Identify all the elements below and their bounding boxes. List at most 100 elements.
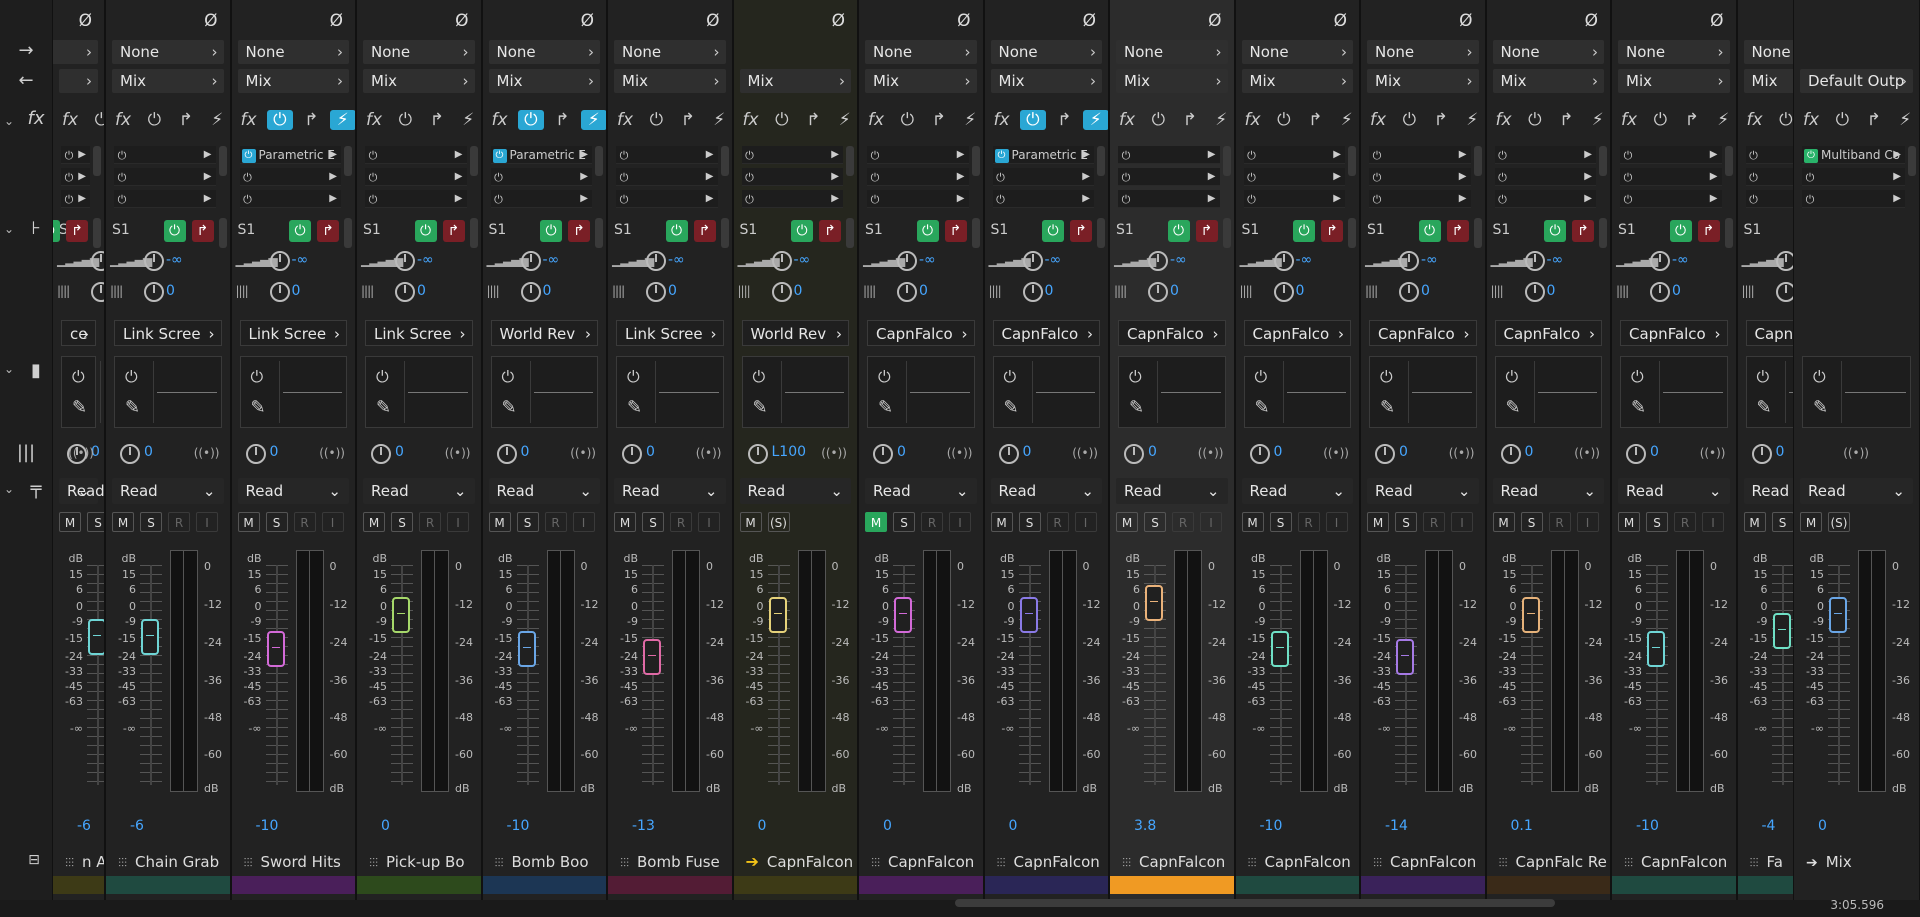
effect-slot[interactable]: ⏻▶ — [616, 146, 718, 164]
volume-fader[interactable] — [1019, 597, 1038, 633]
track-name[interactable]: ⫶⫶⫶ Bomb Boo — [483, 848, 607, 876]
fx-power-icon[interactable]: ⏻ — [643, 110, 669, 130]
eq-thumbnail[interactable]: ⏻ ✎ — [1802, 356, 1911, 428]
fx-power-icon[interactable]: ⏻ — [1522, 110, 1548, 130]
fx-power-icon[interactable]: ⏻ — [1829, 110, 1855, 130]
pan-knob[interactable] — [622, 443, 642, 464]
pre-post-icon[interactable]: ↱ — [1302, 110, 1328, 130]
sends-scrollbar[interactable] — [720, 218, 729, 248]
slot-power-icon[interactable]: ⏻ — [365, 191, 381, 207]
effect-name[interactable]: Parametric E — [259, 148, 335, 162]
send-destination[interactable]: CapnFalco › — [867, 320, 975, 346]
fx-icon[interactable]: fx — [738, 110, 764, 130]
record-arm-button[interactable]: R — [419, 512, 441, 532]
slot-power-icon[interactable]: ⏻ — [61, 191, 77, 207]
mute-button[interactable]: M — [865, 512, 887, 532]
send-volume-knob[interactable] — [520, 250, 541, 271]
effect-slot[interactable]: ⏻▶ — [1802, 168, 1905, 186]
record-arm-button[interactable]: R — [1172, 512, 1194, 532]
eq-edit-pencil-icon[interactable]: ✎ — [1255, 397, 1270, 418]
track-name[interactable]: ⫶⫶⫶ Pick-up Bo — [357, 848, 481, 876]
pan-knob[interactable] — [371, 443, 391, 464]
phase-invert-icon[interactable]: Ø — [1208, 11, 1221, 31]
effects-scrollbar[interactable] — [720, 146, 729, 176]
slot-power-icon[interactable]: ⏻ — [616, 147, 632, 163]
send-volume-knob[interactable] — [144, 250, 164, 271]
pan-knob[interactable] — [245, 443, 266, 464]
slot-power-icon[interactable]: ⏻ — [240, 169, 256, 185]
solo-button[interactable]: S — [1520, 512, 1543, 532]
eq-power-icon[interactable]: ⏻ — [753, 367, 766, 387]
stereo-width-icon[interactable]: ((•)) — [1574, 446, 1600, 460]
effect-slot[interactable]: ⏻▶ — [867, 190, 969, 208]
phase-invert-icon[interactable]: Ø — [957, 11, 970, 31]
slot-power-icon[interactable]: ⏻ — [491, 191, 507, 207]
sends-scrollbar[interactable] — [93, 218, 101, 248]
stereo-width-icon[interactable]: ((•)) — [1198, 446, 1224, 460]
track-name[interactable]: ⫶⫶⫶ Sword Hits — [232, 848, 356, 876]
output-dropdown[interactable]: Mix› — [1367, 69, 1479, 93]
input-monitor-button[interactable]: I — [1451, 512, 1473, 532]
eq-power-icon[interactable]: ⏻ — [627, 367, 640, 387]
pan-knob[interactable] — [998, 443, 1019, 464]
send-pan-knob[interactable] — [520, 281, 541, 302]
fx-icon[interactable]: fx — [1491, 110, 1517, 130]
input-dropdown[interactable]: None› — [865, 40, 977, 64]
volume-fader[interactable] — [88, 619, 104, 655]
slot-power-icon[interactable]: ⏻ — [993, 191, 1009, 207]
fx-bypass-icon[interactable]: ⚡ — [706, 110, 731, 130]
slot-power-icon[interactable]: ⏻ — [365, 147, 381, 163]
sends-scrollbar[interactable] — [846, 218, 854, 248]
send-volume-knob[interactable] — [1022, 250, 1043, 271]
stereo-width-icon[interactable]: ((•)) — [1072, 446, 1098, 460]
send-volume-knob[interactable] — [395, 250, 415, 271]
slot-power-icon[interactable]: ⏻ — [1118, 191, 1134, 207]
send-volume-knob[interactable] — [897, 250, 917, 271]
automation-mode-dropdown[interactable]: Read⌄ — [1116, 478, 1228, 504]
mute-button[interactable]: M — [1492, 512, 1515, 532]
effect-slot[interactable]: ⏻▶ — [1243, 168, 1345, 186]
track-name[interactable]: ⫶⫶⫶ CapnFalcon — [1236, 848, 1360, 876]
mute-button[interactable]: M — [614, 512, 636, 532]
stereo-width-icon[interactable]: ((•)) — [1323, 446, 1349, 460]
solo-button[interactable]: S — [140, 512, 162, 532]
fx-icon[interactable]: fx — [989, 110, 1015, 130]
send-destination[interactable]: CapnFalco › — [1243, 320, 1351, 346]
eq-thumbnail[interactable]: ⏻ ✎ — [867, 356, 975, 428]
fx-icon[interactable]: fx — [1240, 110, 1266, 130]
track-name[interactable]: ⫶⫶⫶ CapnFalcon — [1110, 848, 1234, 876]
volume-fader[interactable] — [643, 639, 661, 675]
slot-power-icon[interactable]: ⏻ — [61, 147, 77, 163]
effect-slot[interactable]: ⏻▶ — [867, 146, 969, 164]
solo-button[interactable]: S — [893, 512, 915, 532]
effects-scrollbar[interactable] — [1473, 146, 1482, 176]
slot-power-icon[interactable]: ⏻ — [1244, 169, 1260, 185]
effect-slot[interactable]: ⏻▶ — [114, 190, 216, 208]
slot-power-icon[interactable]: ⏻ — [491, 169, 507, 185]
mute-button[interactable]: M — [1618, 512, 1640, 532]
effects-scrollbar[interactable] — [93, 146, 101, 176]
track-name[interactable]: ⫶⫶⫶ Chain Grab — [106, 848, 230, 876]
stereo-width-icon[interactable]: ((•)) — [821, 446, 847, 460]
record-arm-button[interactable]: R — [1423, 512, 1445, 532]
effect-slot[interactable]: ⏻ Parametric E ▶ — [239, 146, 341, 164]
volume-fader[interactable] — [1772, 613, 1791, 649]
effect-slot[interactable]: ⏻▶ — [114, 168, 216, 186]
effect-slot[interactable]: ⏻▶ — [239, 168, 341, 186]
mute-button[interactable]: M — [488, 512, 511, 532]
send-power-icon[interactable]: ⏻ — [414, 220, 437, 242]
slot-power-icon[interactable]: ⏻ — [742, 169, 758, 185]
output-dropdown[interactable]: Mix› — [363, 69, 475, 93]
solo-button[interactable]: S — [516, 512, 539, 532]
effects-scrollbar[interactable] — [1599, 146, 1607, 176]
send-prepost-icon[interactable]: ↱ — [944, 220, 967, 242]
send-power-icon[interactable]: ⏻ — [791, 220, 813, 242]
slot-power-icon[interactable]: ⏻ — [240, 191, 256, 207]
effect-slot[interactable]: ⏻ Multiband Co ▶ — [1802, 146, 1905, 164]
send-pan-knob[interactable] — [1524, 281, 1545, 302]
fx-bypass-icon[interactable]: ⚡ — [1334, 110, 1359, 130]
output-dropdown[interactable]: › — [59, 69, 98, 93]
slot-power-icon[interactable]: ⏻ — [1495, 191, 1511, 207]
effect-power-icon[interactable]: ⏻ — [994, 148, 1009, 163]
eq-thumbnail[interactable]: ⏻ ✎ — [616, 356, 724, 428]
